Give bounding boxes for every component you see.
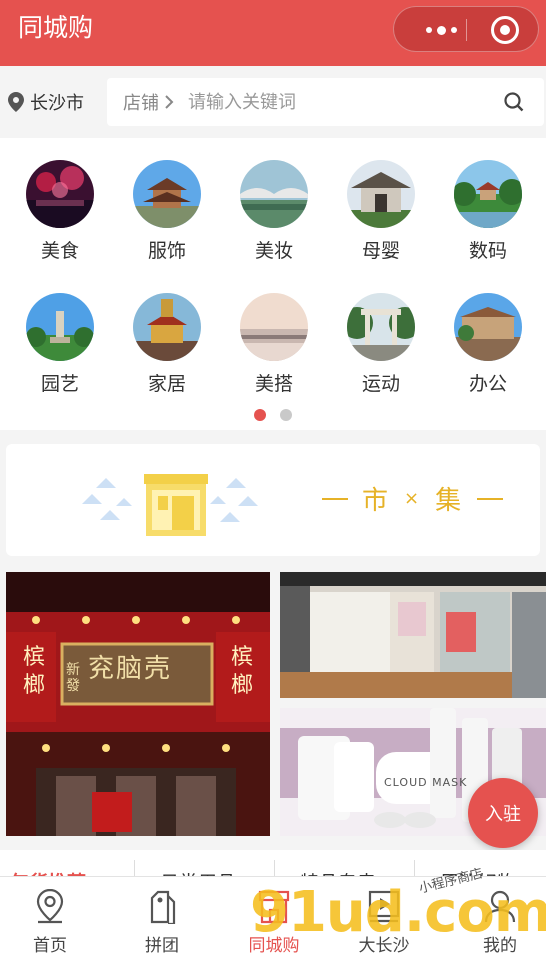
nav-group-buy[interactable]: 拼团 [112,887,212,956]
banner-text-right: 集 [435,486,464,516]
night-city-photo [26,160,94,228]
shop-side-left: 槟榔 [22,645,45,698]
building-photo [454,293,522,361]
more-icon[interactable] [418,7,464,53]
temple-photo [133,293,201,361]
nav-mine[interactable]: 我的 [450,887,546,956]
category-item[interactable]: 美妆 [224,160,324,262]
market-stall-icon [82,474,258,536]
close-target-icon[interactable] [491,16,519,44]
gate-photo [347,160,415,228]
category-label: 美妆 [254,240,293,262]
mini-program-capsule [393,6,539,52]
shop-side-right: 槟榔 [230,645,253,698]
nav-label: 同城购 [248,936,300,956]
search-icon[interactable] [504,92,524,112]
bottom-nav: 首页 拼团 同城购 大长沙 我的 [0,876,546,960]
nav-changsha[interactable]: 大长沙 [334,887,434,956]
category-label: 美搭 [254,373,293,395]
market-banner[interactable]: 市 × 集 [6,444,540,556]
category-pager [0,409,546,421]
category-item[interactable]: 母婴 [331,160,431,262]
city-selector[interactable]: 长沙市 [8,86,84,118]
archway-photo [347,293,415,361]
category-label: 运动 [361,373,400,395]
nav-local-shop[interactable]: 同城购 [224,887,324,956]
promo-storefront-image[interactable]: 兖脑壳 新 發 槟榔 槟榔 [6,572,270,836]
pavilion-photo [133,160,201,228]
location-pin-icon [36,888,64,924]
pager-dot[interactable] [280,409,292,421]
user-icon [484,890,516,923]
category-label: 家居 [147,373,186,395]
shop-icon [258,890,290,924]
category-item[interactable]: 美搭 [224,293,324,395]
search-scope-selector[interactable]: 店铺 [123,89,174,115]
category-item[interactable]: 运动 [331,293,431,395]
search-input[interactable] [188,91,478,113]
tag-icon [150,890,176,924]
video-icon [368,890,400,923]
search-bar: 长沙市 店铺 [0,66,546,138]
title-bar: 同城购 [0,0,546,66]
product-label: CLOUD MASK [384,776,468,789]
category-label: 数码 [468,240,507,262]
market-banner-text: 市 × 集 [322,480,504,517]
pager-dot[interactable] [254,409,266,421]
category-item[interactable]: 园艺 [10,293,110,395]
bridge-photo [240,160,308,228]
search-scope-label: 店铺 [123,93,159,114]
category-item[interactable]: 服饰 [117,160,217,262]
river-photo [240,293,308,361]
banner-text-sep: × [404,488,422,509]
city-label: 长沙市 [30,93,84,114]
shop-sign-prefix: 新 發 [66,662,80,694]
nav-label: 首页 [33,936,67,956]
location-pin-icon [8,92,24,112]
chevron-right-icon [165,95,174,109]
park-pavilion-photo [454,160,522,228]
nav-home[interactable]: 首页 [0,887,100,956]
nav-label: 大长沙 [358,936,410,956]
category-item[interactable]: 美食 [10,160,110,262]
category-label: 办公 [468,373,507,395]
category-label: 美食 [40,240,79,262]
category-item[interactable]: 数码 [438,160,538,262]
category-label: 园艺 [40,373,79,395]
search-box[interactable]: 店铺 [107,78,544,126]
category-label: 服饰 [147,240,186,262]
category-item[interactable]: 家居 [117,293,217,395]
nav-label: 我的 [483,936,517,956]
category-label: 母婴 [361,240,400,262]
category-grid: 美食 服饰 美妆 母婴 数码 园艺 家居 美搭 运动 办公 [0,138,546,430]
promo-showroom-image[interactable] [280,572,546,698]
category-item[interactable]: 办公 [438,293,538,395]
banner-text-left: 市 [362,486,391,516]
shop-sign-text: 兖脑壳 [88,654,173,684]
nav-label: 拼团 [145,936,179,956]
page-title: 同城购 [18,13,94,42]
join-button[interactable]: 入驻 [468,778,538,848]
monument-photo [26,293,94,361]
